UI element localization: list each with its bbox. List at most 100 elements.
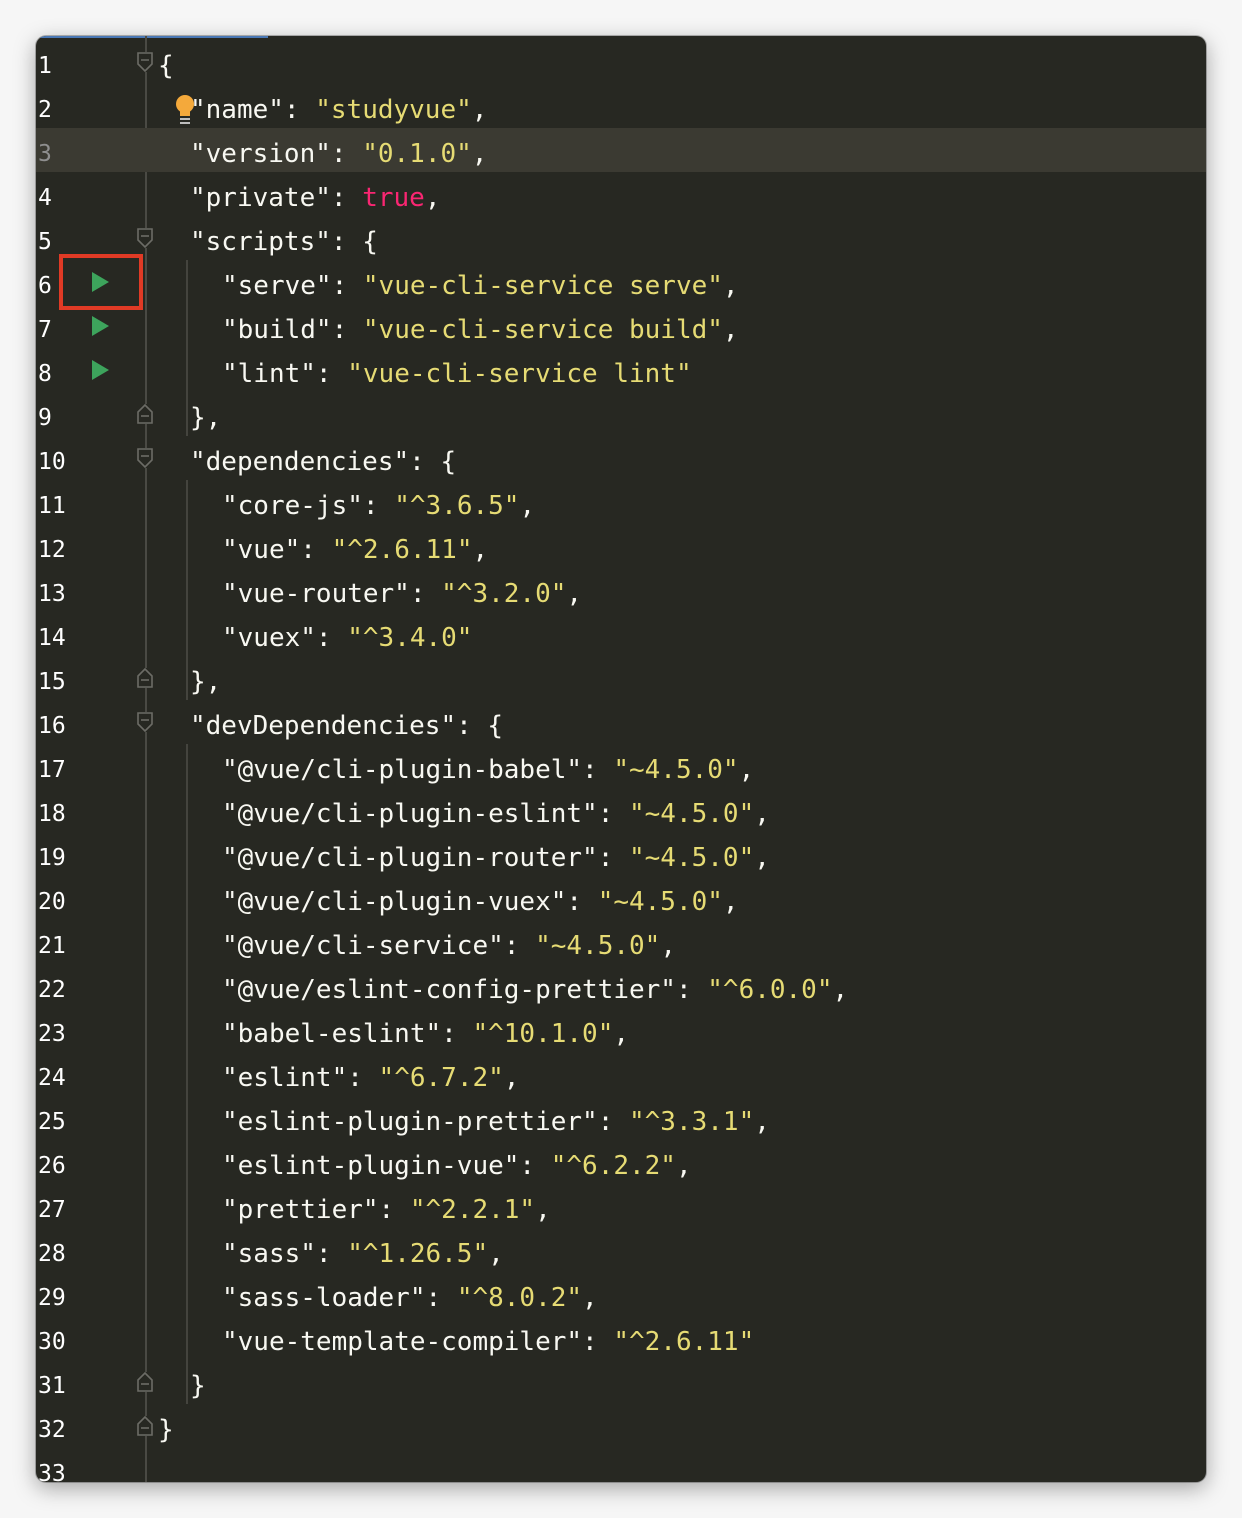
code-text: "@vue/cli-plugin-eslint": "~4.5.0", [222, 788, 770, 832]
run-play-icon[interactable] [90, 315, 110, 337]
line-number[interactable]: 8 [38, 348, 78, 392]
code-line[interactable]: 6 "serve": "vue-cli-service serve", [36, 260, 1206, 304]
fold-icon[interactable] [137, 228, 153, 248]
string-token: "^2.6.11" [331, 535, 473, 565]
line-number[interactable]: 18 [38, 788, 78, 832]
code-line[interactable]: 16 "devDependencies": { [36, 700, 1206, 744]
code-line[interactable]: 5 "scripts": { [36, 216, 1206, 260]
line-number[interactable]: 21 [38, 920, 78, 964]
line-number[interactable]: 19 [38, 832, 78, 876]
code-line[interactable]: 26 "eslint-plugin-vue": "^6.2.2", [36, 1140, 1206, 1184]
code-text: } [190, 1360, 206, 1404]
line-number[interactable]: 27 [38, 1184, 78, 1228]
code-line[interactable]: 27 "prettier": "^2.2.1", [36, 1184, 1206, 1228]
fold-icon[interactable] [137, 404, 153, 424]
line-number[interactable]: 26 [38, 1140, 78, 1184]
lightbulb-icon[interactable] [174, 94, 196, 126]
line-number[interactable]: 12 [38, 524, 78, 568]
code-line[interactable]: 12 "vue": "^2.6.11", [36, 524, 1206, 568]
line-number[interactable]: 1 [38, 40, 78, 84]
fold-icon[interactable] [137, 712, 153, 732]
line-number[interactable]: 13 [38, 568, 78, 612]
code-line[interactable]: 19 "@vue/cli-plugin-router": "~4.5.0", [36, 832, 1206, 876]
code-line[interactable]: 22 "@vue/eslint-config-prettier": "^6.0.0… [36, 964, 1206, 1008]
fold-icon[interactable] [137, 52, 153, 72]
line-number[interactable]: 22 [38, 964, 78, 1008]
annotation-highlight-box [59, 254, 143, 310]
code-line[interactable]: 24 "eslint": "^6.7.2", [36, 1052, 1206, 1096]
key-token: "@vue/cli-service" [222, 931, 504, 961]
code-text: }, [190, 392, 221, 436]
code-text: } [158, 1404, 174, 1448]
code-line[interactable]: 17 "@vue/cli-plugin-babel": "~4.5.0", [36, 744, 1206, 788]
string-token: "^6.2.2" [550, 1151, 676, 1181]
fold-icon[interactable] [137, 1372, 153, 1392]
punctuation-token: : { [330, 227, 378, 257]
line-number[interactable]: 32 [38, 1404, 78, 1448]
line-number[interactable]: 15 [38, 656, 78, 700]
code-text: "@vue/cli-plugin-babel": "~4.5.0", [222, 744, 754, 788]
code-line[interactable]: 9}, [36, 392, 1206, 436]
code-line[interactable]: 20 "@vue/cli-plugin-vuex": "~4.5.0", [36, 876, 1206, 920]
code-line[interactable]: 2 "name": "studyvue", [36, 84, 1206, 128]
code-line[interactable]: 29 "sass-loader": "^8.0.2", [36, 1272, 1206, 1316]
line-number[interactable]: 23 [38, 1008, 78, 1052]
code-line[interactable]: 15}, [36, 656, 1206, 700]
code-line[interactable]: 21 "@vue/cli-service": "~4.5.0", [36, 920, 1206, 964]
key-token: "scripts" [190, 227, 331, 257]
line-number[interactable]: 30 [38, 1316, 78, 1360]
key-token: "lint" [222, 359, 316, 389]
run-play-icon[interactable] [90, 359, 110, 381]
fold-icon[interactable] [137, 1416, 153, 1436]
code-line[interactable]: 33 [36, 1448, 1206, 1482]
punctuation-token: , [722, 315, 739, 345]
code-line[interactable]: 3 "version": "0.1.0", [36, 128, 1206, 172]
code-line[interactable]: 8 "lint": "vue-cli-service lint" [36, 348, 1206, 392]
code-line[interactable]: 10 "dependencies": { [36, 436, 1206, 480]
code-line[interactable]: 11 "core-js": "^3.6.5", [36, 480, 1206, 524]
line-number[interactable]: 10 [38, 436, 78, 480]
code-line[interactable]: 7 "build": "vue-cli-service build", [36, 304, 1206, 348]
line-number[interactable]: 17 [38, 744, 78, 788]
code-line[interactable]: 25 "eslint-plugin-prettier": "^3.3.1", [36, 1096, 1206, 1140]
key-token: "@vue/cli-plugin-babel" [222, 755, 583, 785]
line-number[interactable]: 33 [38, 1448, 78, 1482]
punctuation-token: { [158, 51, 174, 81]
line-number[interactable]: 25 [38, 1096, 78, 1140]
line-number[interactable]: 7 [38, 304, 78, 348]
line-number[interactable]: 4 [38, 172, 78, 216]
code-line[interactable]: 1{ [36, 40, 1206, 84]
code-line[interactable]: 14 "vuex": "^3.4.0" [36, 612, 1206, 656]
punctuation-token: } [158, 1415, 174, 1445]
string-token: "vue-cli-service serve" [362, 271, 723, 301]
code-line[interactable]: 28 "sass": "^1.26.5", [36, 1228, 1206, 1272]
line-number[interactable]: 24 [38, 1052, 78, 1096]
string-token: "^3.6.5" [394, 491, 520, 521]
code-line[interactable]: 31} [36, 1360, 1206, 1404]
code-line[interactable]: 4 "private": true, [36, 172, 1206, 216]
line-number[interactable]: 20 [38, 876, 78, 920]
code-line[interactable]: 32} [36, 1404, 1206, 1448]
string-token: "~4.5.0" [629, 799, 755, 829]
code-line[interactable]: 30 "vue-template-compiler": "^2.6.11" [36, 1316, 1206, 1360]
line-number[interactable]: 31 [38, 1360, 78, 1404]
line-number[interactable]: 3 [38, 128, 78, 172]
line-number[interactable]: 29 [38, 1272, 78, 1316]
fold-icon[interactable] [137, 448, 153, 468]
line-number[interactable]: 11 [38, 480, 78, 524]
line-number[interactable]: 16 [38, 700, 78, 744]
code-line[interactable]: 18 "@vue/cli-plugin-eslint": "~4.5.0", [36, 788, 1206, 832]
code-text: "@vue/cli-service": "~4.5.0", [222, 920, 676, 964]
line-number[interactable]: 2 [38, 84, 78, 128]
fold-icon[interactable] [137, 668, 153, 688]
punctuation-token: : [441, 1019, 473, 1049]
key-token: "sass" [222, 1239, 316, 1269]
line-number[interactable]: 9 [38, 392, 78, 436]
line-number[interactable]: 28 [38, 1228, 78, 1272]
code-line[interactable]: 23 "babel-eslint": "^10.1.0", [36, 1008, 1206, 1052]
code-line[interactable]: 13 "vue-router": "^3.2.0", [36, 568, 1206, 612]
punctuation-token: , [613, 1019, 630, 1049]
code-text: "vue": "^2.6.11", [222, 524, 488, 568]
code-editor[interactable]: 1{2 "name": "studyvue", 3 "version": "0.1.0… [36, 36, 1206, 1482]
line-number[interactable]: 14 [38, 612, 78, 656]
